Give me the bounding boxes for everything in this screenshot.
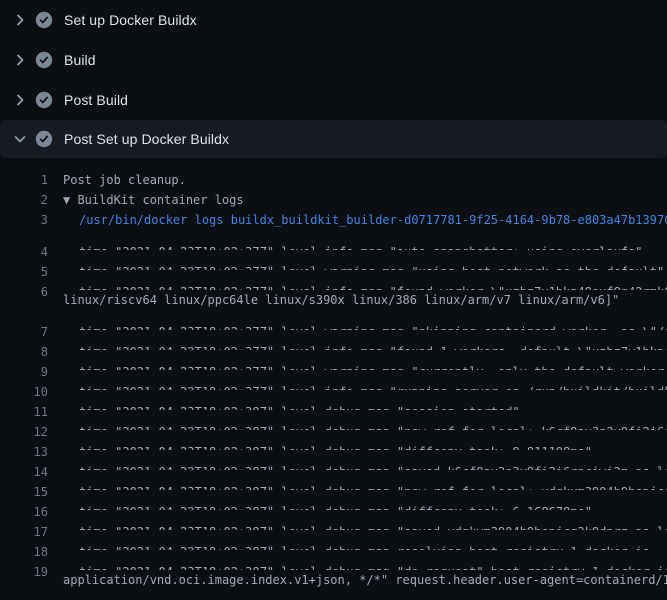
check-circle-icon (35, 130, 53, 148)
log-line-text: time="2021-04-23T18:02:38Z" level=debug … (63, 522, 667, 530)
log-line-number[interactable]: 9 (0, 362, 48, 370)
log-line-text: time="2021-04-23T18:02:38Z" level=debug … (63, 502, 667, 510)
log-line-text: time="2021-04-23T18:02:38Z" level=debug … (63, 462, 667, 470)
chevron-right-icon (12, 92, 30, 108)
log-row: application/vnd.oci.image.index.v1+json,… (0, 570, 667, 590)
log-line-text: time="2021-04-23T18:02:38Z" level=debug … (63, 482, 667, 490)
log-line-text: time="2021-04-23T18:02:38Z" level=debug … (63, 562, 667, 570)
log-line-text: time="2021-04-23T18:02:38Z" level=debug … (63, 542, 667, 550)
step-header-build[interactable]: Build (0, 40, 667, 80)
log-line-number[interactable]: 1 (0, 170, 48, 190)
log-line-text: application/vnd.oci.image.index.v1+json,… (63, 570, 667, 590)
log-line-text: linux/riscv64 linux/ppc64le linux/s390x … (63, 290, 667, 310)
log-line-number[interactable]: 13 (0, 442, 48, 450)
log-row: linux/riscv64 linux/ppc64le linux/s390x … (0, 290, 667, 310)
log-row: 9 time="2021-04-23T18:02:37Z" level=warni… (0, 350, 667, 370)
log-row: 1 Post job cleanup. (0, 170, 667, 190)
log-line-number[interactable]: 2 (0, 190, 48, 210)
log-line-number[interactable]: 6 (0, 282, 48, 290)
log-line-text: time="2021-04-23T18:02:37Z" level=warnin… (63, 362, 667, 370)
log-line-number[interactable]: 4 (0, 242, 48, 250)
log-line-number[interactable]: 19 (0, 562, 48, 570)
log-line-number[interactable]: 10 (0, 382, 48, 390)
step-title: Post Build (64, 92, 128, 108)
log-row: 14 time="2021-04-23T18:02:38Z" level=debu… (0, 450, 667, 470)
log-row: 15 time="2021-04-23T18:02:38Z" level=debu… (0, 470, 667, 490)
log-line-number[interactable]: 7 (0, 322, 48, 330)
log-line-text: time="2021-04-23T18:02:38Z" level=debug … (63, 422, 667, 430)
log-row: 17 time="2021-04-23T18:02:38Z" level=debu… (0, 510, 667, 530)
log-command-text: /usr/bin/docker logs buildx_buildkit_bui… (63, 210, 667, 230)
log-line-number[interactable]: 17 (0, 522, 48, 530)
log-line-number (0, 570, 48, 590)
log-row: 10 time="2021-04-23T18:02:37Z" level=info… (0, 370, 667, 390)
log-line-text: Post job cleanup. (63, 170, 667, 190)
log-line-number[interactable]: 8 (0, 342, 48, 350)
log-row: 3/usr/bin/docker logs buildx_buildkit_bu… (0, 210, 667, 230)
step-header-post-set-up-docker-buildx[interactable]: Post Set up Docker Buildx (0, 120, 667, 158)
log-row: 4 time="2021-04-23T18:02:37Z" level=info … (0, 230, 667, 250)
log-line-text: time="2021-04-23T18:02:37Z" level=warnin… (63, 262, 667, 270)
log-line-number[interactable]: 15 (0, 482, 48, 490)
steps-list: Set up Docker Buildx Build Post Build (0, 0, 667, 158)
log-row: 20time="2021-04-23T18:02:38Z" level=debu… (0, 590, 667, 600)
log-line-text: time="2021-04-23T18:02:37Z" level=info m… (63, 242, 667, 250)
log-row: 2 ▼ BuildKit container logs (0, 190, 667, 210)
chevron-down-icon (12, 131, 30, 147)
log-line-number[interactable]: 5 (0, 262, 48, 270)
log-row: 12 time="2021-04-23T18:02:38Z" level=debu… (0, 410, 667, 430)
log-row: 18 time="2021-04-23T18:02:38Z" level=debu… (0, 530, 667, 550)
log-line-number (0, 290, 48, 310)
log-row: 5 time="2021-04-23T18:02:37Z" level=warni… (0, 250, 667, 270)
log-line-text: time="2021-04-23T18:02:38Z" level=debug … (63, 402, 667, 410)
log-row: 13 time="2021-04-23T18:02:38Z" level=debu… (0, 430, 667, 450)
log-row: 7 time="2021-04-23T18:02:37Z" level=warni… (0, 310, 667, 330)
log-output: 1 Post job cleanup. 2 ▼ BuildKit container … (0, 158, 667, 600)
log-line-number[interactable]: 3 (0, 210, 48, 230)
log-line-number[interactable]: 14 (0, 462, 48, 470)
log-line-number[interactable]: 18 (0, 542, 48, 550)
step-header-set-up-docker-buildx[interactable]: Set up Docker Buildx (0, 0, 667, 40)
log-line-text: time="2021-04-23T18:02:37Z" level=info m… (63, 382, 667, 390)
log-group-toggle[interactable]: ▼ BuildKit container logs (63, 190, 667, 210)
log-row: 6 time="2021-04-23T18:02:37Z" level=info … (0, 270, 667, 290)
log-row: 16 time="2021-04-23T18:02:38Z" level=debu… (0, 490, 667, 510)
check-circle-icon (35, 51, 53, 69)
check-circle-icon (35, 91, 53, 109)
log-row: 11 time="2021-04-23T18:02:38Z" level=debu… (0, 390, 667, 410)
step-title: Post Set up Docker Buildx (64, 131, 229, 147)
chevron-right-icon (12, 12, 30, 28)
log-line-text: time="2021-04-23T18:02:37Z" level=info m… (63, 342, 667, 350)
log-line-number[interactable]: 16 (0, 502, 48, 510)
log-line-text: time="2021-04-23T18:02:38Z" level=debug … (63, 442, 667, 450)
step-title: Build (64, 52, 96, 68)
chevron-right-icon (12, 52, 30, 68)
step-title: Set up Docker Buildx (64, 12, 197, 28)
step-header-post-build[interactable]: Post Build (0, 80, 667, 120)
log-row: 19 time="2021-04-23T18:02:38Z" level=debu… (0, 550, 667, 570)
log-line-number[interactable]: 12 (0, 422, 48, 430)
log-row: 8 time="2021-04-23T18:02:37Z" level=info … (0, 330, 667, 350)
log-line-number[interactable]: 11 (0, 402, 48, 410)
log-line-text: time="2021-04-23T18:02:37Z" level=info m… (63, 282, 667, 290)
check-circle-icon (35, 11, 53, 29)
log-line-text: time="2021-04-23T18:02:37Z" level=warnin… (63, 322, 667, 330)
actions-log-viewer: Set up Docker Buildx Build Post Build (0, 0, 667, 600)
